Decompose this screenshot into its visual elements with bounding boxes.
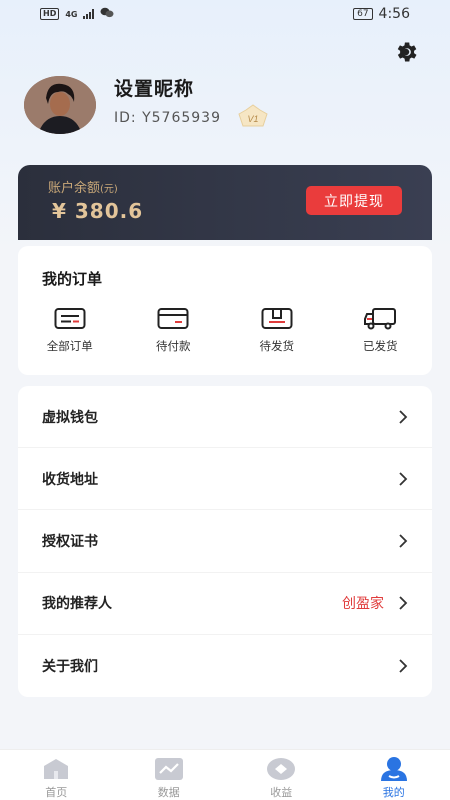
chevron-right-icon (399, 534, 408, 548)
referrer-name: 创盈家 (342, 596, 384, 613)
status-bar: HD 4G 67 4:56 (0, 0, 450, 28)
svg-text:V1: V1 (247, 114, 258, 124)
avatar[interactable] (24, 76, 96, 134)
wallet-icon (156, 306, 190, 332)
chart-icon (154, 756, 184, 782)
battery-icon: 67 (353, 8, 373, 20)
menu-shipping-address[interactable]: 收货地址 (18, 448, 432, 511)
orders-card: 我的订单 全部订单 待付款 待发货 已发货 (18, 246, 432, 375)
order-to-ship[interactable]: 待发货 (225, 306, 329, 354)
withdraw-button[interactable]: 立即提现 (306, 186, 402, 215)
chevron-right-icon (399, 659, 408, 673)
nickname[interactable]: 设置昵称 (114, 74, 194, 101)
nav-earnings[interactable]: 收益 (225, 750, 338, 800)
earnings-icon (266, 756, 296, 782)
balance-amount: ¥ 380.6 (52, 199, 144, 223)
truck-icon (363, 306, 397, 332)
signal-icon (83, 9, 95, 19)
chevron-right-icon (399, 409, 408, 424)
settings-button[interactable] (392, 38, 420, 66)
user-id: ID: Y5765939 (114, 110, 221, 126)
status-time: 4:56 (378, 6, 410, 22)
bottom-nav: 首页 数据 收益 我的 (0, 749, 450, 800)
menu-authorization-certificate[interactable]: 授权证书 (18, 510, 432, 573)
hd-badge: HD (40, 8, 60, 20)
order-shipped[interactable]: 已发货 (329, 306, 433, 354)
nav-data[interactable]: 数据 (113, 750, 226, 800)
balance-label: 账户余额(元) (48, 181, 118, 196)
menu-card: 虚拟钱包 收货地址 授权证书 我的推荐人 创盈家 关于我们 (18, 386, 432, 697)
nav-profile[interactable]: 我的 (338, 750, 450, 800)
chevron-right-icon (399, 472, 408, 486)
orders-title: 我的订单 (42, 270, 103, 288)
wechat-icon (100, 7, 114, 21)
order-list-icon (53, 306, 87, 332)
menu-virtual-wallet[interactable]: 虚拟钱包 (18, 386, 432, 449)
network-label: 4G (65, 9, 78, 19)
box-icon (260, 306, 294, 332)
order-unpaid[interactable]: 待付款 (122, 306, 226, 354)
chevron-right-icon (399, 596, 408, 610)
gear-icon (397, 42, 417, 62)
vip-badge: V1 (236, 104, 270, 130)
menu-about-us[interactable]: 关于我们 (18, 635, 432, 697)
menu-my-referrer[interactable]: 我的推荐人 创盈家 (18, 573, 432, 635)
order-all[interactable]: 全部订单 (18, 306, 122, 354)
profile-icon (379, 756, 409, 782)
balance-card: 账户余额(元) ¥ 380.6 立即提现 (18, 165, 432, 240)
nav-home[interactable]: 首页 (0, 750, 113, 800)
home-icon (41, 756, 71, 782)
